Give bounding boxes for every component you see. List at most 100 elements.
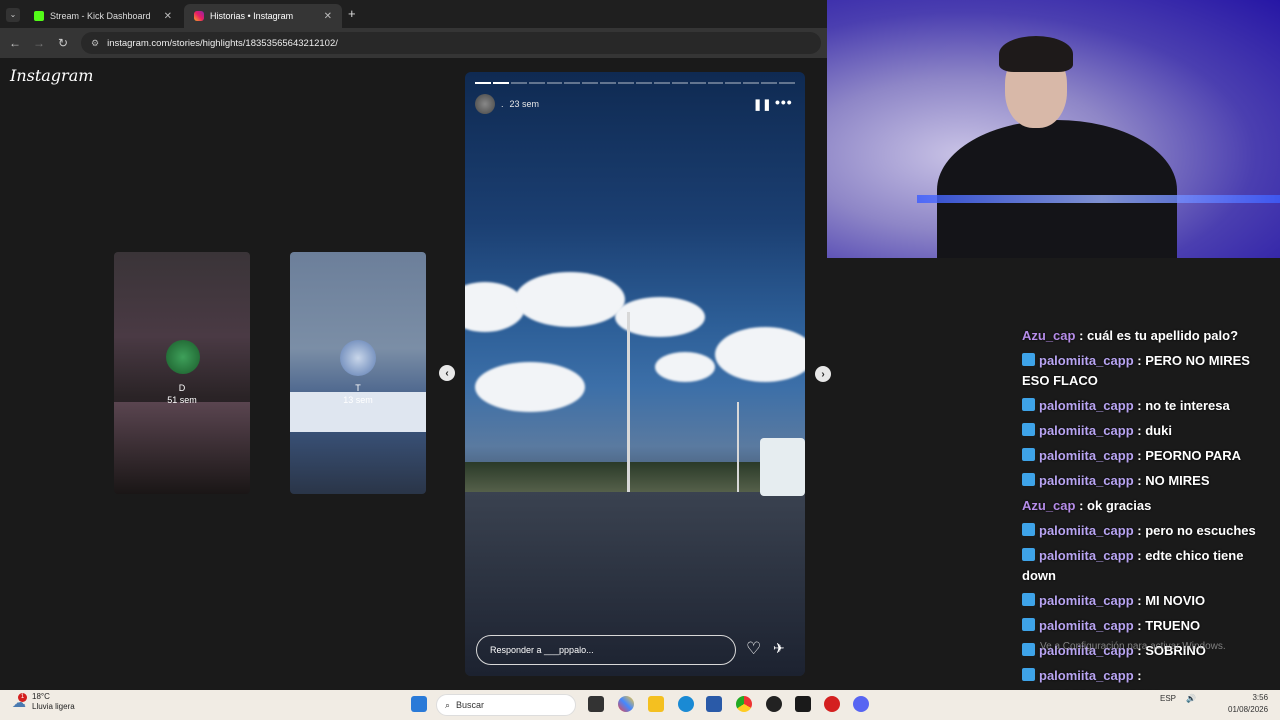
notification-badge: 1 bbox=[18, 693, 27, 702]
webcam-person-body bbox=[937, 120, 1177, 258]
side-story-user: T bbox=[355, 383, 361, 393]
side-story-card[interactable]: D 51 sem bbox=[114, 252, 250, 494]
close-icon[interactable]: ✕ bbox=[164, 11, 172, 22]
send-icon[interactable]: ✈ bbox=[773, 640, 785, 657]
more-options-icon[interactable]: ••• bbox=[775, 94, 793, 110]
obs-icon[interactable] bbox=[795, 696, 811, 712]
webcam-feed bbox=[827, 0, 1280, 258]
media-icon[interactable] bbox=[824, 696, 840, 712]
story-username[interactable]: . bbox=[501, 99, 504, 109]
chat-badge-icon bbox=[1022, 618, 1035, 631]
progress-segment bbox=[582, 82, 599, 84]
tab-label: Historias • Instagram bbox=[210, 11, 294, 21]
windows-taskbar: ☁ 1 18°C Lluvia ligera ⌕ Buscar ESP 🔊 3:5… bbox=[0, 690, 1280, 720]
discord-icon[interactable] bbox=[853, 696, 869, 712]
task-view-icon[interactable] bbox=[588, 696, 604, 712]
chrome-icon[interactable] bbox=[736, 696, 752, 712]
windows-start-icon[interactable] bbox=[411, 696, 427, 712]
chat-message: palomiita_capp : PEORNO PARA bbox=[1018, 446, 1280, 466]
pause-icon[interactable]: ❚❚ bbox=[753, 98, 771, 111]
chat-username[interactable]: palomiita_capp bbox=[1039, 548, 1134, 563]
chat-text: pero no escuches bbox=[1145, 523, 1256, 538]
chat-separator: : bbox=[1133, 668, 1142, 683]
edge-icon[interactable] bbox=[678, 696, 694, 712]
weather-icon: ☁ 1 bbox=[12, 693, 27, 710]
progress-segment bbox=[636, 82, 652, 84]
address-bar-row: ← → ↻ ⚙ instagram.com/stories/highlights… bbox=[0, 28, 828, 58]
chat-separator: : bbox=[1075, 328, 1088, 343]
reply-input[interactable]: Responder a ___pppalo... bbox=[476, 635, 736, 665]
chat-message: palomiita_capp : edte chico tiene down bbox=[1018, 546, 1280, 586]
taskbar-search[interactable]: ⌕ Buscar bbox=[436, 694, 576, 716]
story-header: . 23 sem bbox=[475, 94, 539, 114]
instagram-stories-page: Instagram D 51 sem T 13 sem ‹ › . 23 sem… bbox=[0, 58, 831, 690]
chat-separator: : bbox=[1133, 523, 1146, 538]
chat-username[interactable]: palomiita_capp bbox=[1039, 473, 1134, 488]
language-indicator[interactable]: ESP bbox=[1160, 694, 1176, 703]
new-tab-button[interactable]: + bbox=[348, 6, 356, 21]
chat-message: palomiita_capp : no te interesa bbox=[1018, 396, 1280, 416]
close-icon[interactable]: ✕ bbox=[324, 11, 332, 22]
site-info-icon[interactable]: ⚙ bbox=[91, 38, 99, 49]
search-icon: ⌕ bbox=[445, 699, 451, 710]
progress-segment bbox=[779, 82, 796, 84]
chat-text: NO MIRES bbox=[1145, 473, 1210, 488]
previous-story-button[interactable]: ‹ bbox=[439, 365, 455, 381]
progress-segment bbox=[671, 82, 688, 84]
chat-separator: : bbox=[1133, 548, 1146, 563]
chat-badge-icon bbox=[1022, 643, 1035, 656]
chat-username[interactable]: Azu_cap bbox=[1022, 328, 1075, 343]
tab-search-button[interactable]: ⌄ bbox=[6, 8, 20, 22]
chat-badge-icon bbox=[1022, 523, 1035, 536]
next-story-button[interactable]: › bbox=[815, 366, 831, 382]
copilot-icon[interactable] bbox=[618, 696, 634, 712]
story-thumbnail bbox=[166, 340, 200, 374]
avatar[interactable] bbox=[475, 94, 495, 114]
chat-username[interactable]: palomiita_capp bbox=[1039, 618, 1134, 633]
chat-message: Azu_cap : cuál es tu apellido palo? bbox=[1018, 326, 1280, 346]
webcam-person-hair bbox=[999, 36, 1073, 72]
forward-icon[interactable]: → bbox=[27, 36, 51, 50]
chat-username[interactable]: palomiita_capp bbox=[1039, 448, 1134, 463]
weather-desc: Lluvia ligera bbox=[32, 702, 75, 711]
chat-separator: : bbox=[1133, 398, 1146, 413]
heart-icon[interactable]: ♡ bbox=[746, 639, 761, 659]
app-icon[interactable] bbox=[766, 696, 782, 712]
reload-icon[interactable]: ↻ bbox=[51, 36, 75, 50]
chat-message: Azu_cap : ok gracias bbox=[1018, 496, 1280, 516]
chat-separator: : bbox=[1133, 353, 1146, 368]
chat-username[interactable]: Azu_cap bbox=[1022, 498, 1075, 513]
chat-username[interactable]: palomiita_capp bbox=[1039, 423, 1134, 438]
chat-badge-icon bbox=[1022, 473, 1035, 486]
instagram-logo[interactable]: Instagram bbox=[10, 66, 93, 85]
chat-text: ok gracias bbox=[1087, 498, 1152, 513]
side-story-card[interactable]: T 13 sem bbox=[290, 252, 426, 494]
volume-icon[interactable]: 🔊 bbox=[1186, 694, 1196, 703]
tab-kick-dashboard[interactable]: Stream - Kick Dashboard ✕ bbox=[24, 4, 182, 28]
chat-username[interactable]: palomiita_capp bbox=[1039, 398, 1134, 413]
chat-username[interactable]: palomiita_capp bbox=[1039, 668, 1134, 683]
chat-username[interactable]: palomiita_capp bbox=[1039, 593, 1134, 608]
chat-message: palomiita_capp : PERO NO MIRES ESO FLACO bbox=[1018, 351, 1280, 391]
back-icon[interactable]: ← bbox=[3, 36, 27, 50]
chat-username[interactable]: palomiita_capp bbox=[1039, 523, 1134, 538]
chat-separator: : bbox=[1133, 423, 1146, 438]
tab-instagram[interactable]: Historias • Instagram ✕ bbox=[184, 4, 342, 28]
taskbar-clock[interactable]: 3:56 01/08/2026 bbox=[1228, 692, 1268, 716]
url-input[interactable]: ⚙ instagram.com/stories/highlights/18353… bbox=[81, 32, 821, 54]
chat-message: palomiita_capp : NO MIRES bbox=[1018, 471, 1280, 491]
progress-segment bbox=[564, 82, 581, 84]
story-image-bus bbox=[760, 438, 805, 496]
chat-badge-icon bbox=[1022, 593, 1035, 606]
chat-username[interactable]: palomiita_capp bbox=[1039, 353, 1134, 368]
progress-segment bbox=[743, 82, 760, 84]
story-viewer[interactable]: . 23 sem ❚❚ ••• Responder a ___pppalo...… bbox=[465, 72, 805, 676]
clock-time: 3:56 bbox=[1252, 693, 1269, 702]
progress-segment bbox=[600, 82, 617, 84]
chat-separator: : bbox=[1133, 473, 1146, 488]
weather-widget[interactable]: ☁ 1 18°C Lluvia ligera bbox=[12, 692, 75, 712]
reply-placeholder: Responder a ___pppalo... bbox=[490, 645, 594, 655]
chat-separator: : bbox=[1133, 593, 1146, 608]
file-explorer-icon[interactable] bbox=[648, 696, 664, 712]
store-icon[interactable] bbox=[706, 696, 722, 712]
